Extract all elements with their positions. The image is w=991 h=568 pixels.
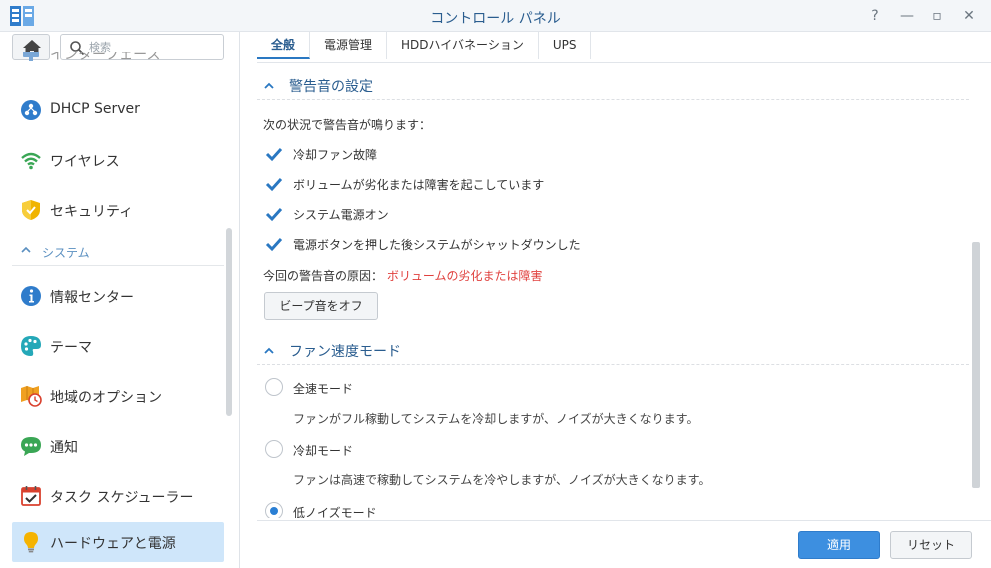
sidebar-item-theme[interactable]: テーマ: [12, 326, 224, 366]
checkmark-icon[interactable]: [265, 235, 283, 253]
section-beep-title: 警告音の設定: [289, 79, 373, 95]
sidebar-item-label: 地域のオプション: [50, 390, 162, 406]
sidebar-section-label: システム: [42, 246, 90, 260]
sidebar-item-label: 情報センター: [50, 290, 134, 306]
title-bar: コントロール パネル ? — ▫ ✕: [0, 0, 991, 32]
sidebar-item-notification[interactable]: 通知: [12, 426, 224, 466]
checkmark-icon[interactable]: [265, 175, 283, 193]
sidebar-item-task-scheduler[interactable]: タスク スケジューラー: [12, 476, 224, 516]
help-button[interactable]: ?: [864, 6, 886, 26]
full-speed-description: ファンがフル稼動してシステムを冷却しますが、ノイズが大きくなります。: [293, 412, 699, 426]
sidebar-item-label: インターフェース: [50, 52, 161, 63]
map-clock-icon: [21, 386, 42, 407]
chat-bubble-icon: [21, 437, 41, 456]
sidebar-item-security[interactable]: セキュリティ: [12, 190, 224, 230]
sidebar-item-regional-options[interactable]: 地域のオプション: [12, 376, 224, 416]
apply-button[interactable]: 適用: [798, 531, 880, 559]
chevron-up-icon: [264, 82, 274, 89]
window-title: コントロール パネル: [430, 11, 561, 27]
sidebar-item-label: セキュリティ: [50, 204, 134, 220]
tab-general[interactable]: 全般: [257, 32, 311, 59]
sidebar-item-label: ハードウェアと電源: [50, 536, 176, 552]
shield-icon: [22, 200, 40, 220]
dhcp-icon: [21, 100, 41, 120]
main-content: 全般 電源管理 HDDハイバネーション UPS 警告音の設定 次の状況で警告音が…: [241, 32, 991, 568]
radio-button[interactable]: [265, 440, 283, 458]
sidebar-item-label: 通知: [50, 440, 78, 456]
tab-bar: 全般 電源管理 HDDハイバネーション UPS: [257, 32, 592, 62]
radio-button[interactable]: [265, 378, 283, 396]
sidebar-item-wireless[interactable]: ワイヤレス: [12, 140, 224, 180]
beep-cause-value: ボリュームの劣化または障害: [386, 269, 543, 283]
tab-divider: [257, 62, 991, 63]
calendar-check-icon: [21, 486, 41, 506]
sidebar-item-label: DHCP Server: [50, 101, 140, 117]
tab-hdd-hibernation[interactable]: HDDハイバネーション: [387, 32, 539, 59]
checkbox-label: 電源ボタンを押した後システムがシャットダウンした: [293, 238, 581, 252]
sidebar-item-hardware-power[interactable]: ハードウェアと電源: [12, 522, 224, 562]
wifi-icon: [21, 152, 41, 170]
lightbulb-icon: [24, 532, 38, 553]
section-beep-header[interactable]: 警告音の設定: [257, 72, 969, 100]
sidebar-item-interface[interactable]: インターフェース: [12, 52, 224, 74]
sidebar: インターフェース DHCP Server ワイヤレス セキュリティ: [0, 32, 240, 568]
checkbox-label: ボリュームが劣化または障害を起こしています: [293, 178, 545, 192]
maximize-button[interactable]: ▫: [926, 6, 948, 26]
checkbox-label: 冷却ファン故障: [293, 148, 378, 162]
sidebar-section-system[interactable]: システム: [12, 238, 224, 266]
palette-icon: [21, 336, 41, 356]
beep-cause: 今回の警告音の原因： ボリュームの劣化または障害: [263, 267, 543, 284]
tab-power-management[interactable]: 電源管理: [310, 32, 388, 59]
checkbox-label: システム電源オン: [293, 208, 389, 222]
chevron-up-icon: [21, 246, 31, 253]
section-fan-title: ファン速度モード: [289, 344, 401, 360]
chevron-up-icon: [264, 347, 274, 354]
info-icon: [21, 286, 41, 306]
beep-off-button[interactable]: ビープ音をオフ: [264, 292, 378, 320]
sidebar-scrollbar[interactable]: [226, 228, 232, 416]
footer-divider: [257, 520, 991, 521]
sidebar-item-label: テーマ: [50, 340, 92, 356]
content-scrollbar[interactable]: [972, 242, 980, 488]
sidebar-item-dhcp[interactable]: DHCP Server: [12, 90, 224, 130]
radio-label: 低ノイズモード: [293, 506, 377, 518]
tab-ups[interactable]: UPS: [539, 32, 592, 59]
sidebar-item-label: タスク スケジューラー: [50, 490, 194, 506]
radio-button-selected[interactable]: [265, 502, 283, 518]
minimize-button[interactable]: —: [896, 6, 918, 26]
checkmark-icon[interactable]: [265, 145, 283, 163]
section-fan-header[interactable]: ファン速度モード: [257, 337, 969, 365]
sidebar-item-label: ワイヤレス: [50, 154, 120, 170]
sidebar-item-info-center[interactable]: 情報センター: [12, 276, 224, 316]
close-button[interactable]: ✕: [958, 6, 980, 26]
cool-mode-description: ファンは高速で稼動してシステムを冷やしますが、ノイズが大きくなります。: [293, 473, 711, 487]
settings-pane: 警告音の設定 次の状況で警告音が鳴ります： 冷却ファン故障 ボリュームが劣化また…: [257, 72, 979, 518]
network-icon: [23, 52, 39, 61]
beep-cause-label: 今回の警告音の原因：: [263, 269, 384, 283]
checkmark-icon[interactable]: [265, 205, 283, 223]
radio-label: 全速モード: [293, 382, 354, 396]
radio-label: 冷却モード: [293, 444, 354, 458]
reset-button[interactable]: リセット: [890, 531, 972, 559]
beep-intro-text: 次の状況で警告音が鳴ります：: [263, 118, 432, 132]
